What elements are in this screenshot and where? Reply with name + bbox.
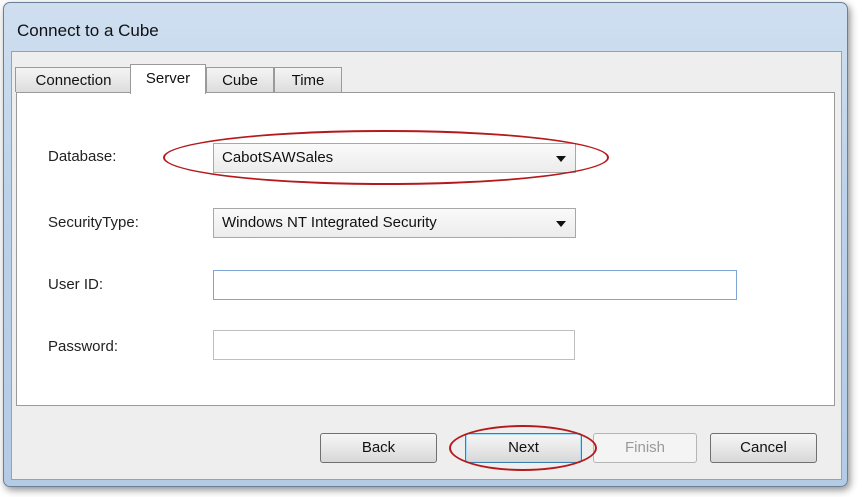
database-label: Database: [48, 148, 117, 165]
chevron-down-icon [556, 156, 566, 162]
security-type-dropdown[interactable]: Windows NT Integrated Security [213, 208, 576, 238]
tab-server[interactable]: Server [130, 64, 206, 94]
database-value: CabotSAWSales [222, 149, 334, 166]
back-button[interactable]: Back [320, 433, 437, 463]
user-id-label: User ID: [48, 276, 104, 293]
cancel-button[interactable]: Cancel [710, 433, 817, 463]
user-id-input[interactable] [213, 270, 737, 300]
database-dropdown[interactable]: CabotSAWSales [213, 143, 576, 173]
tab-cube[interactable]: Cube [206, 67, 274, 92]
security-type-value: Windows NT Integrated Security [222, 214, 437, 231]
security-type-label: SecurityType: [48, 214, 139, 231]
tab-connection[interactable]: Connection [15, 67, 132, 92]
finish-button[interactable]: Finish [593, 433, 697, 463]
next-button[interactable]: Next [465, 433, 582, 463]
chevron-down-icon [556, 221, 566, 227]
window-title: Connect to a Cube [17, 21, 159, 40]
password-label: Password: [48, 338, 119, 355]
tab-time[interactable]: Time [274, 67, 342, 92]
title-bar[interactable]: Connect to a Cube [4, 3, 847, 51]
password-input[interactable] [213, 330, 575, 360]
